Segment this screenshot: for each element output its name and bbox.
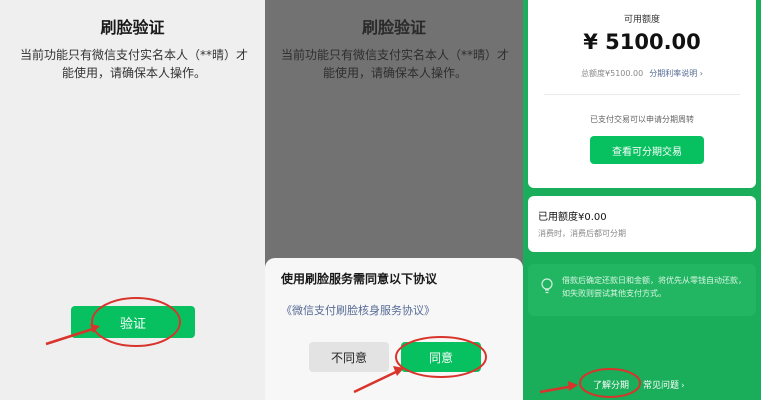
- divider: [544, 94, 740, 95]
- credit-limit-screen: 可用额度 ¥ 5100.00 总额度¥5100.00 分期利率说明 › 已支付交易…: [523, 0, 761, 400]
- sheet-title: 使用刷脸服务需同意以下协议: [281, 272, 438, 286]
- used-limit-card[interactable]: 已用额度¥0.00 消费时，消费后都可分期: [528, 196, 756, 252]
- tip-text: 借款后确定还款日和金额，将优先从零钱自动还款，如失败则尝试其他支付方式。: [562, 276, 746, 298]
- agreement-sheet: 使用刷脸服务需同意以下协议 《微信支付刷脸核身服务协议》 不同意 同意: [265, 258, 523, 400]
- learn-installment-link[interactable]: 了解分期: [593, 381, 629, 391]
- disagree-button[interactable]: 不同意: [309, 342, 389, 372]
- agreement-screen: 刷脸验证 当前功能只有微信支付实名本人（**晴）才能使用，请确保本人操作。 使用…: [265, 0, 523, 400]
- paid-tip: 已支付交易可以申请分期周转: [590, 115, 694, 124]
- rate-info-link[interactable]: 分期利率说明 ›: [649, 69, 703, 78]
- chevron-right-icon: ›: [681, 381, 685, 391]
- verify-description: 当前功能只有微信支付实名本人（**晴）才能使用，请确保本人操作。: [19, 48, 248, 80]
- total-limit-row: 总额度¥5100.00 分期利率说明 ›: [528, 68, 756, 79]
- faq-link[interactable]: 常见问题: [643, 381, 679, 391]
- view-installment-button[interactable]: 查看可分期交易: [590, 136, 704, 164]
- total-limit: 总额度¥5100.00: [581, 69, 644, 78]
- page-title: 刷脸验证: [361, 18, 426, 37]
- page-title: 刷脸验证: [100, 18, 165, 37]
- face-verify-screen: 刷脸验证 当前功能只有微信支付实名本人（**晴）才能使用，请确保本人操作。 验证: [0, 0, 265, 400]
- repayment-tip: 借款后确定还款日和金额，将优先从零钱自动还款，如失败则尝试其他支付方式。: [528, 264, 756, 316]
- lightbulb-icon: [541, 278, 553, 294]
- used-limit: 已用额度¥0.00: [538, 212, 607, 223]
- footer-links: 了解分期 常见问题 ›: [593, 378, 685, 391]
- agreement-link[interactable]: 《微信支付刷脸核身服务协议》: [281, 302, 435, 318]
- available-label: 可用额度: [623, 15, 660, 25]
- verify-description: 当前功能只有微信支付实名本人（**晴）才能使用，请确保本人操作。: [280, 48, 509, 80]
- agree-button[interactable]: 同意: [401, 342, 481, 372]
- verify-button[interactable]: 验证: [71, 306, 195, 338]
- used-limit-hint: 消费时，消费后都可分期: [538, 229, 626, 238]
- available-limit-card: 可用额度 ¥ 5100.00 总额度¥5100.00 分期利率说明 › 已支付交易…: [528, 0, 756, 188]
- available-amount: ¥ 5100.00: [583, 30, 701, 54]
